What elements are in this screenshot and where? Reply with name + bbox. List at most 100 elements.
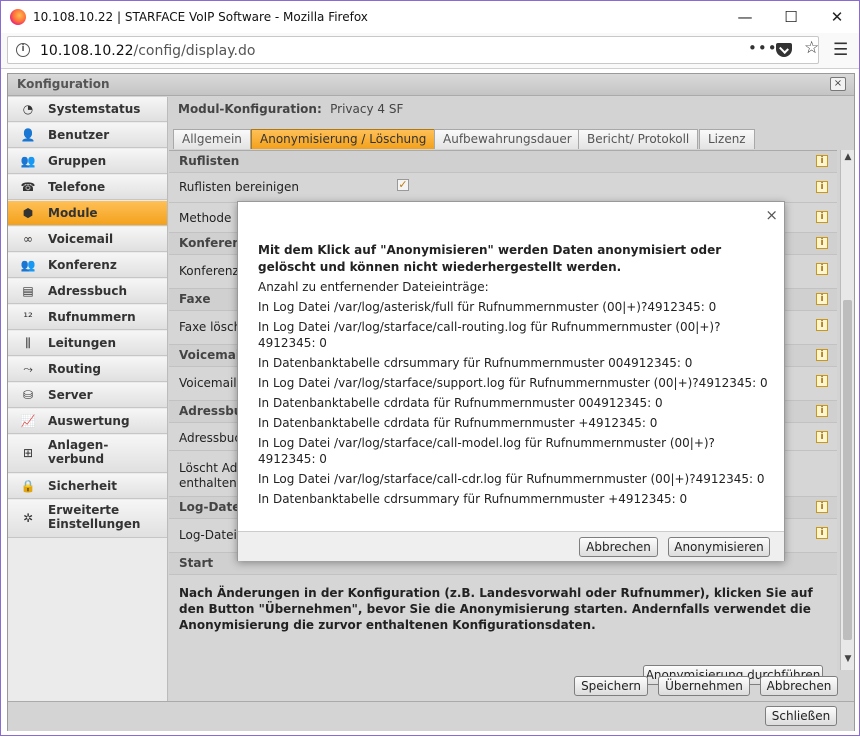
sidebar-item-label: Routing [48, 362, 102, 376]
browser-window: 10.108.10.22 | STARFACE VoIP Software - … [0, 0, 860, 736]
anonymize-button[interactable]: Anonymisieren [668, 537, 770, 557]
url-bar[interactable]: i 10.108.10.22/config/display.do ••• ☆ [7, 36, 819, 64]
close-window-button[interactable]: ✕ [817, 5, 857, 29]
app-close-button[interactable]: × [830, 77, 846, 91]
info-icon[interactable]: i [816, 155, 828, 167]
site-info-icon[interactable]: i [16, 43, 30, 57]
sidebar-item-module[interactable]: ⬢ Module [8, 201, 167, 226]
sidebar-item-voicemail[interactable]: ∞ Voicemail [8, 227, 167, 252]
sidebar-item-label: Leitungen [48, 336, 116, 350]
info-icon[interactable]: i [816, 211, 828, 223]
sidebar-item-gruppen[interactable]: 👥 Gruppen [8, 149, 167, 174]
hamburger-menu-icon[interactable]: ☰ [833, 40, 848, 60]
info-icon[interactable]: i [816, 431, 828, 443]
dialog-entry: In Log Datei /var/log/starface/support.l… [258, 376, 768, 390]
scroll-up-icon[interactable]: ▲ [842, 152, 854, 164]
info-icon[interactable]: i [816, 375, 828, 387]
module-heading-value: Privacy 4 SF [330, 102, 404, 116]
app-footer: Schließen [8, 701, 854, 731]
info-icon[interactable]: i [816, 181, 828, 193]
page-actions-icon[interactable]: ••• [748, 39, 778, 57]
sidebar-item-label: Voicemail [48, 232, 114, 246]
section-title: Adressbu [179, 404, 243, 418]
tab-bericht-protokoll[interactable]: Bericht/ Protokoll [578, 129, 699, 149]
conference-icon: 👥 [20, 258, 36, 272]
sidebar-item-label: Konferenz [48, 258, 117, 272]
section-title: Log-Date [179, 500, 241, 514]
pie-chart-icon: ◔ [22, 102, 34, 116]
dialog-footer: Abbrechen Anonymisieren [238, 531, 784, 561]
sidebar-item-rufnummern[interactable]: ¹² Rufnummern [8, 305, 167, 330]
sidebar-item-label: Erweiterte Einstellungen [48, 503, 141, 531]
sidebar-item-routing[interactable]: ⤳ Routing [8, 357, 167, 382]
sidebar-item-label: Module [48, 206, 98, 220]
module-heading: Modul-Konfiguration: Privacy 4 SF [178, 102, 403, 116]
dialog-count-label: Anzahl zu entfernender Dateieinträge: [258, 280, 489, 294]
scroll-thumb[interactable] [843, 300, 852, 640]
maximize-button[interactable]: ☐ [771, 5, 811, 29]
info-icon[interactable]: i [816, 501, 828, 513]
sidebar-item-anlagen-verbund[interactable]: ⊞ Anlagen- verbund [8, 435, 167, 473]
tab-allgemein[interactable]: Allgemein [173, 129, 251, 149]
scroll-down-icon[interactable]: ▼ [842, 654, 854, 666]
apply-button[interactable]: Übernehmen [658, 676, 750, 696]
module-heading-label: Modul-Konfiguration: [178, 102, 322, 116]
section-title: Start [179, 556, 214, 570]
network-icon: ⊞ [22, 446, 34, 460]
advanced-settings-icon: ✲ [22, 511, 34, 525]
info-icon[interactable]: i [816, 319, 828, 331]
info-icon[interactable]: i [816, 293, 828, 305]
sidebar-item-telefone[interactable]: ☎ Telefone [8, 175, 167, 200]
sidebar-item-konferenz[interactable]: 👥 Konferenz [8, 253, 167, 278]
dialog-entry-list: In Log Datei /var/log/asterisk/full für … [258, 299, 768, 511]
sidebar-item-adressbuch[interactable]: ▤ Adressbuch [8, 279, 167, 304]
sidebar-item-benutzer[interactable]: 👤 Benutzer [8, 123, 167, 148]
url-text[interactable]: 10.108.10.22/config/display.do [40, 43, 255, 59]
sidebar-item-auswertung[interactable]: 📈 Auswertung [8, 409, 167, 434]
row-label: Löscht Adr [179, 461, 243, 475]
dialog-entry: In Log Datei /var/log/asterisk/full für … [258, 300, 717, 314]
ruflisten-bereinigen-checkbox[interactable]: ✓ [397, 179, 409, 191]
sidebar-item-label: Systemstatus [48, 102, 141, 116]
info-icon[interactable]: i [816, 263, 828, 275]
minimize-button[interactable]: — [725, 5, 765, 29]
row-ruflisten-bereinigen: Ruflisten bereinigen ✓ i [169, 173, 837, 203]
group-icon: 👥 [20, 154, 36, 168]
numbers-icon: ¹² [23, 310, 33, 324]
sidebar-item-leitungen[interactable]: ⫼ Leitungen [8, 331, 167, 356]
configuration-warning: Nach Änderungen in der Konfiguration (z.… [179, 586, 813, 632]
row-label: Adressbuc [179, 431, 241, 445]
sidebar-item-erweiterte-einstellungen[interactable]: ✲ Erweiterte Einstellungen [8, 500, 167, 538]
info-icon[interactable]: i [816, 527, 828, 539]
sidebar-item-server[interactable]: ⛁ Server [8, 383, 167, 408]
sidebar-item-sicherheit[interactable]: 🔒 Sicherheit [8, 474, 167, 499]
dialog-entry: In Datenbanktabelle cdrdata für Rufnumme… [258, 396, 663, 410]
panel-scrollbar[interactable]: ▲ ▼ [840, 150, 854, 670]
tab-lizenz[interactable]: Lizenz [699, 129, 755, 149]
sidebar-item-systemstatus[interactable]: ◔ Systemstatus [8, 97, 167, 122]
tab-aufbewahrungsdauer[interactable]: Aufbewahrungsdauer [434, 129, 581, 149]
dialog-entry: In Log Datei /var/log/starface/call-cdr.… [258, 472, 765, 486]
sidebar-item-label: Anlagen- verbund [48, 438, 109, 466]
dialog-cancel-button[interactable]: Abbrechen [579, 537, 658, 557]
sidebar-item-label: Sicherheit [48, 479, 117, 493]
info-icon[interactable]: i [816, 237, 828, 249]
sidebar-item-label: Auswertung [48, 414, 130, 428]
row-label: Methode [179, 211, 232, 225]
dialog-warning-text: Mit dem Klick auf "Anonymisieren" werden… [258, 243, 722, 274]
section-ruflisten: Ruflisten i [169, 151, 837, 173]
dialog-close-icon[interactable]: × [765, 206, 778, 224]
row-label: Log-Dateie [179, 528, 245, 542]
info-icon[interactable]: i [816, 405, 828, 417]
section-title: Voicemai [179, 348, 240, 362]
bookmark-star-icon[interactable]: ☆ [804, 38, 819, 58]
close-config-button[interactable]: Schließen [765, 706, 837, 726]
dialog-entry: In Datenbanktabelle cdrsummary für Rufnu… [258, 356, 693, 370]
info-icon[interactable]: i [816, 349, 828, 361]
cancel-button[interactable]: Abbrechen [760, 676, 838, 696]
pocket-icon[interactable] [776, 43, 792, 57]
address-book-icon: ▤ [22, 284, 34, 298]
save-button[interactable]: Speichern [574, 676, 648, 696]
dialog-entry: In Log Datei /var/log/starface/call-mode… [258, 436, 715, 466]
tab-anonymisierung[interactable]: Anonymisierung / Löschung [251, 129, 436, 149]
